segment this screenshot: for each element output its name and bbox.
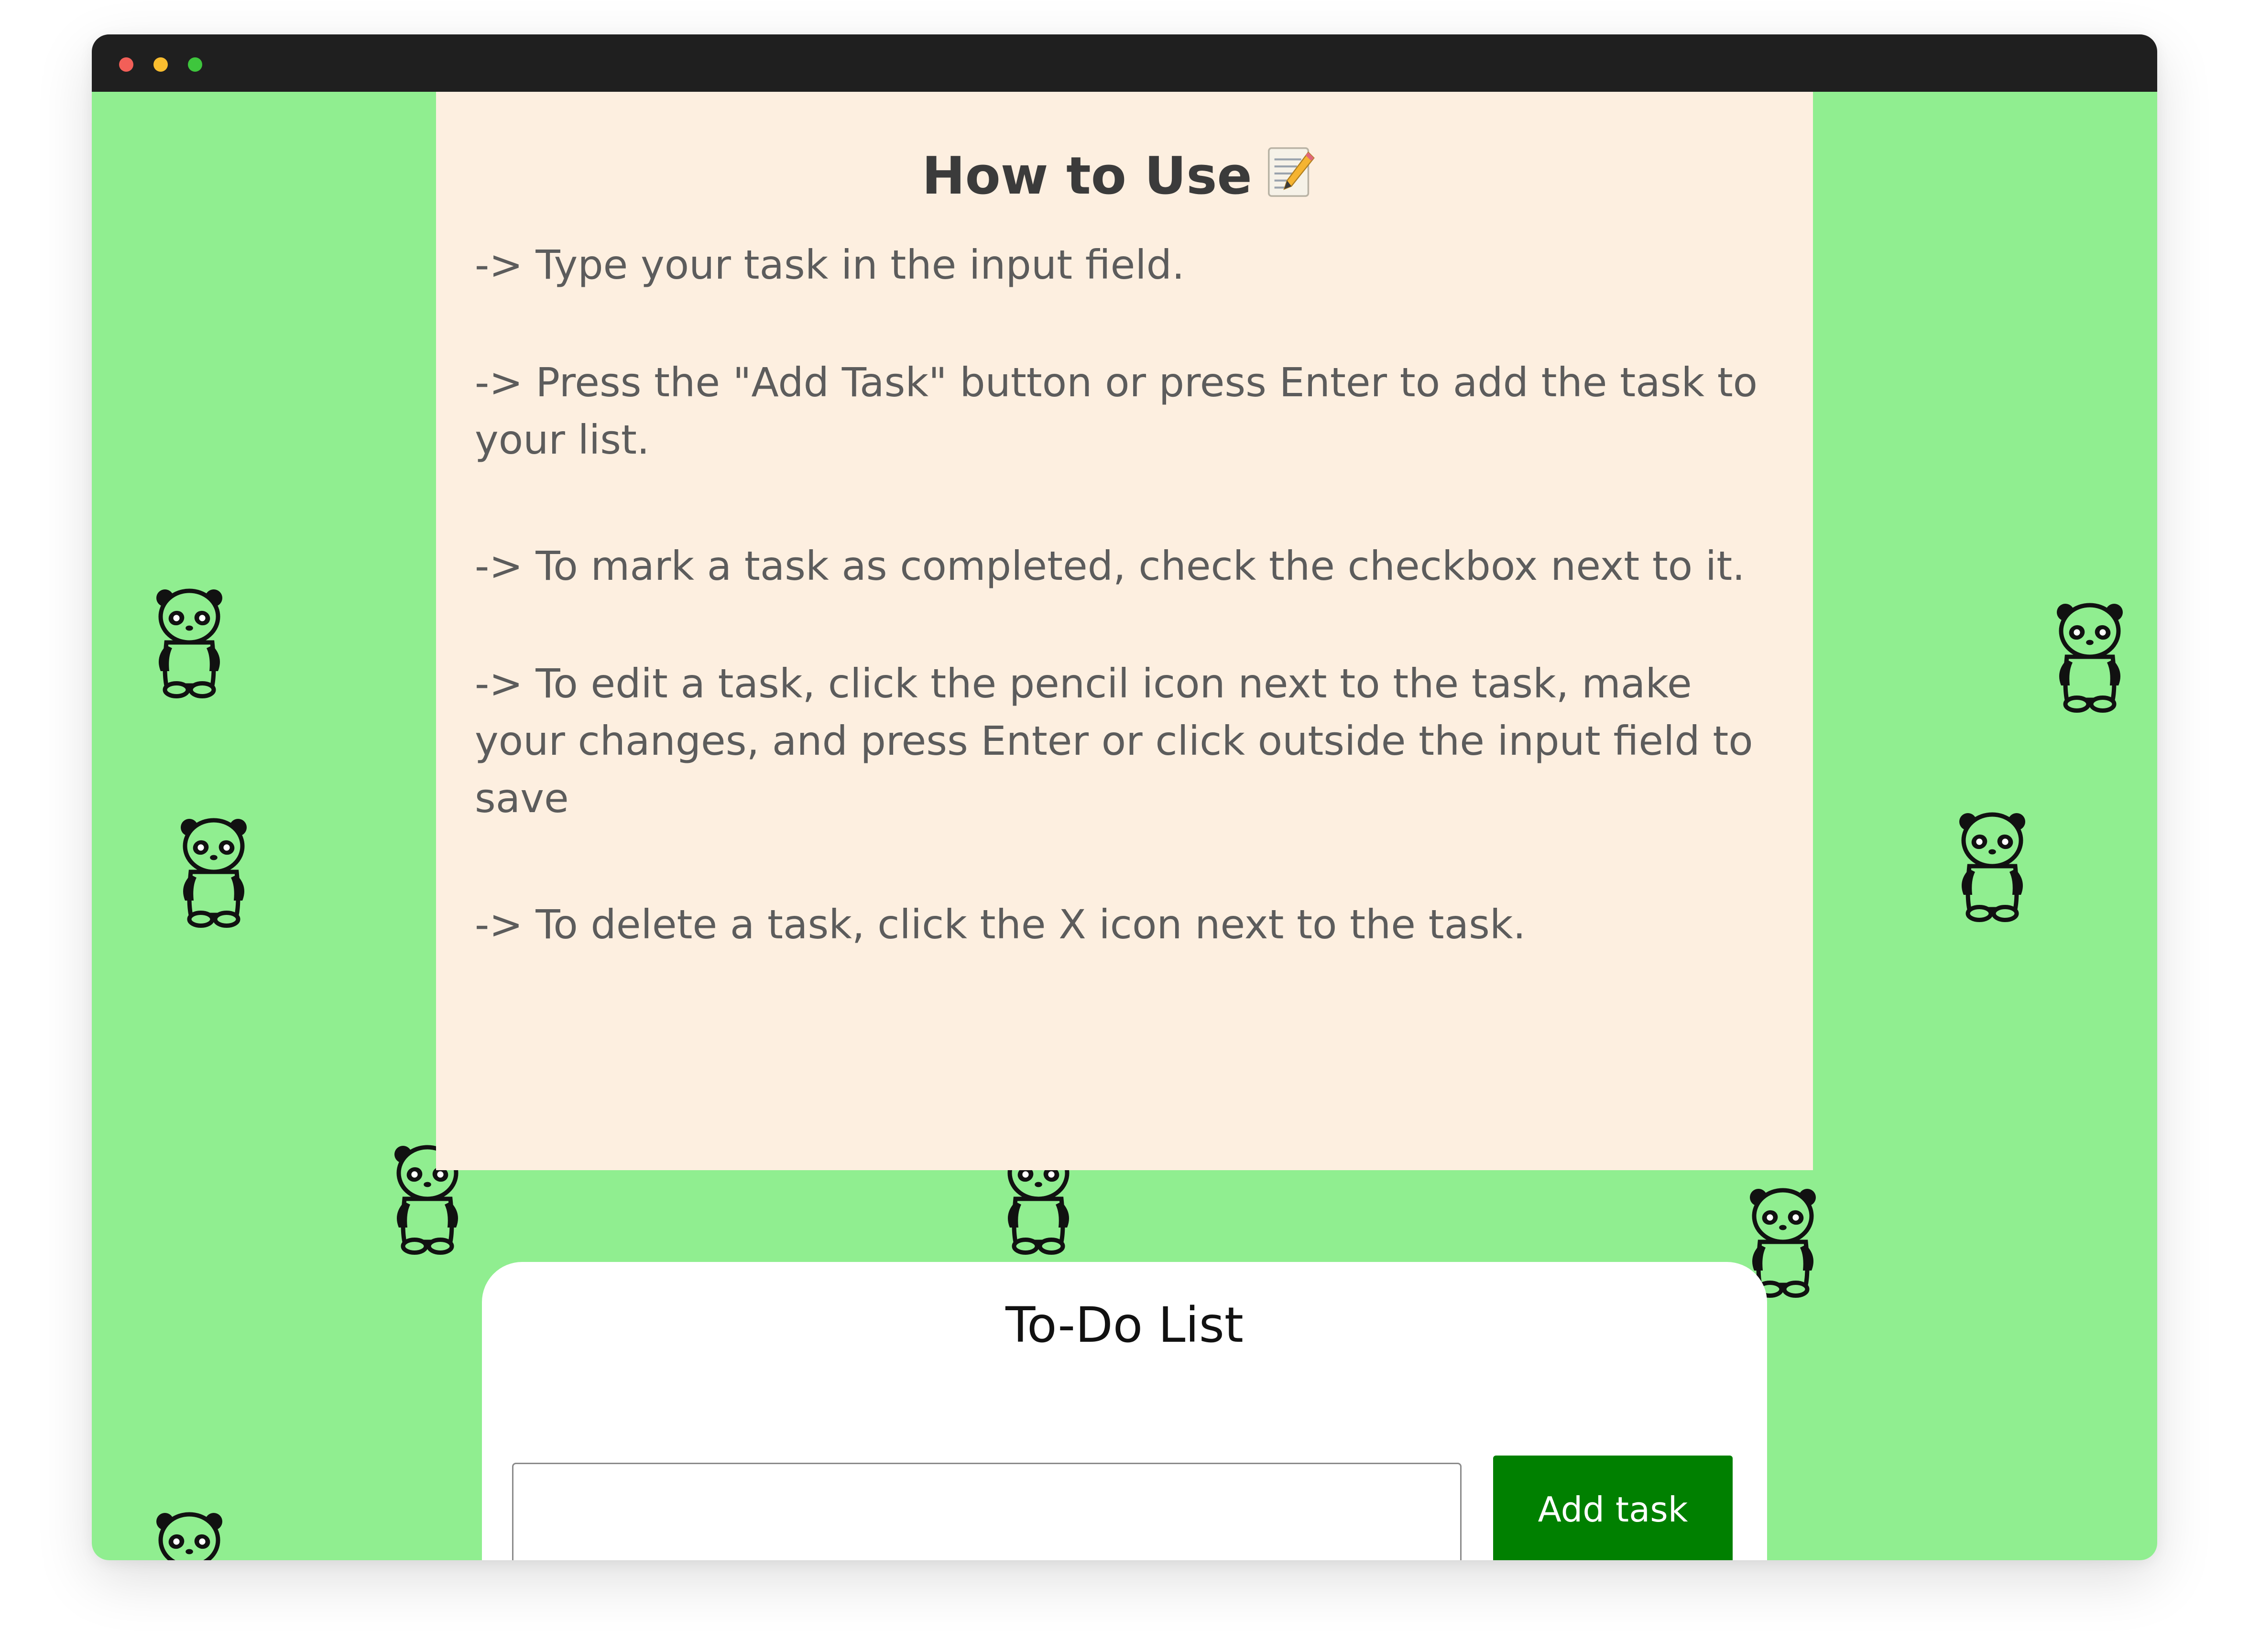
todo-title: To-Do List [1005, 1297, 1244, 1354]
memo-icon [1267, 147, 1315, 197]
panda-icon [149, 1509, 229, 1560]
add-task-button[interactable]: Add task [1493, 1456, 1733, 1560]
panda-icon [1952, 809, 2032, 924]
instruction-step: -> To mark a task as completed, check th… [475, 543, 1745, 589]
how-to-use-panel: How to Use -> Type your task in the inpu… [436, 92, 1813, 1170]
zoom-window-button[interactable] [188, 57, 202, 72]
instruction-step: -> To edit a task, click the pencil icon… [475, 660, 1753, 822]
instruction-step: -> To delete a task, click the X icon ne… [475, 901, 1526, 948]
todo-card: To-Do List Add task [482, 1262, 1767, 1560]
page-viewport: How to Use -> Type your task in the inpu… [92, 92, 2157, 1560]
minimize-window-button[interactable] [153, 57, 168, 72]
panda-icon [149, 585, 229, 700]
browser-window: How to Use -> Type your task in the inpu… [92, 34, 2157, 1560]
how-to-use-title-text: How to Use [922, 146, 1252, 206]
task-input[interactable] [512, 1463, 1462, 1560]
how-to-use-title: How to Use [475, 92, 1764, 213]
close-window-button[interactable] [119, 57, 133, 72]
panda-icon [2050, 599, 2130, 714]
panda-icon [174, 815, 254, 929]
instruction-step: -> Press the "Add Task" button or press … [475, 359, 1758, 463]
instruction-step: -> Type your task in the input field. [475, 241, 1185, 288]
window-titlebar [92, 34, 2157, 92]
